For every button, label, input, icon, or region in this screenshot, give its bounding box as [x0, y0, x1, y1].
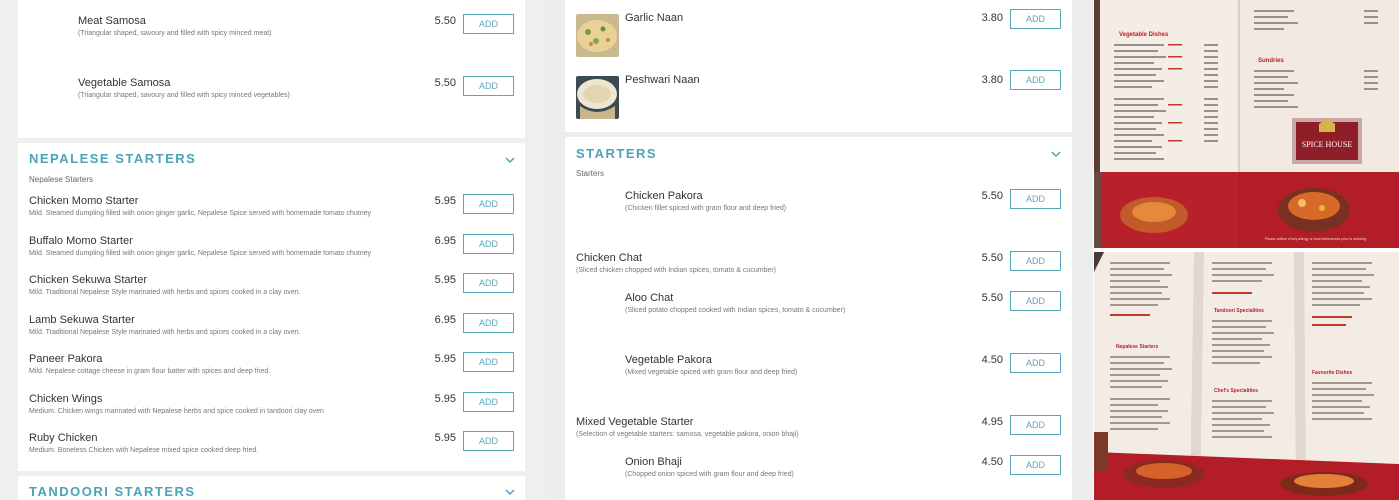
item-desc: Mild. Steamed dumpling filled with onion… — [29, 210, 372, 217]
menu-heading: Tandoori Specialities — [1214, 308, 1264, 314]
item-price: 5.95 — [434, 393, 456, 405]
item-price: 5.95 — [434, 432, 456, 444]
item-price: 5.50 — [434, 15, 456, 27]
item-desc: Mild. Nepalese cottage cheese in gram fl… — [29, 368, 271, 375]
menu-brand: SPICE HOUSE — [1302, 140, 1353, 149]
add-button[interactable]: ADD — [463, 14, 514, 34]
add-button[interactable]: ADD — [1010, 415, 1061, 435]
item-desc: Mild. Steamed dumpling filled with onion… — [29, 250, 372, 257]
item-price: 6.95 — [434, 314, 456, 326]
menu-photo-bottom[interactable]: Nepalese Starters Tandoori Specialities … — [1094, 252, 1399, 500]
garlic-naan-photo — [576, 14, 619, 57]
menu-heading: Sundries — [1258, 58, 1284, 64]
add-button[interactable]: ADD — [1010, 251, 1061, 271]
add-button[interactable]: ADD — [1010, 70, 1061, 90]
chevron-down-icon[interactable] — [1050, 148, 1062, 160]
menu-heading: Favourite Dishes — [1312, 370, 1353, 376]
add-button[interactable]: ADD — [1010, 291, 1061, 311]
item-name: Ruby Chicken — [29, 432, 98, 444]
chevron-down-icon[interactable] — [504, 154, 516, 166]
section-subtitle: Starters — [576, 169, 605, 178]
menu-heading: Nepalese Starters — [1116, 344, 1158, 350]
item-desc: (Chopped onion spiced with gram flour an… — [625, 471, 794, 478]
item-name: Peshwari Naan — [625, 74, 700, 86]
item-price: 5.50 — [981, 252, 1003, 264]
item-desc: (Triangular shaped, savoury and filled w… — [78, 30, 272, 37]
item-price: 3.80 — [981, 74, 1003, 86]
item-desc: (Mixed vegetable spiced with gram flour … — [625, 369, 798, 376]
add-button[interactable]: ADD — [463, 313, 514, 333]
menu-footer-note: Please advise of any allergy or food int… — [1265, 237, 1367, 241]
item-price: 5.50 — [981, 190, 1003, 202]
item-name: Chicken Chat — [576, 252, 643, 264]
item-price: 5.95 — [434, 195, 456, 207]
middle-menu-column: Garlic Naan 3.80 ADD Peshwari Naan 3.80 … — [545, 0, 1093, 500]
item-name: Chicken Wings — [29, 393, 103, 405]
item-name: Chicken Pakora — [625, 190, 703, 202]
menu-heading: Vegetable Dishes — [1119, 32, 1169, 38]
item-desc: (Selection of vegetable starters: samosa… — [576, 431, 799, 438]
item-price: 5.50 — [981, 292, 1003, 304]
section-title[interactable]: NEPALESE STARTERS — [29, 151, 196, 166]
add-button[interactable]: ADD — [1010, 9, 1061, 29]
item-name: Lamb Sekuwa Starter — [29, 314, 135, 326]
item-desc: (Triangular shaped, savoury and filled w… — [78, 92, 290, 99]
nepalese-starters-card: NEPALESE STARTERS Nepalese Starters Chic… — [18, 143, 525, 471]
add-button[interactable]: ADD — [463, 273, 514, 293]
item-desc: (Sliced chicken chopped with Indian spic… — [576, 267, 776, 274]
menu-heading: Chef's Specialities — [1214, 388, 1258, 394]
item-desc: Medium. Boneless Chicken with Nepalese m… — [29, 447, 259, 454]
item-price: 5.95 — [434, 353, 456, 365]
add-button[interactable]: ADD — [463, 392, 514, 412]
item-desc: Mild. Traditional Nepalese Style marinat… — [29, 329, 301, 336]
item-name: Buffalo Momo Starter — [29, 235, 133, 247]
section-title[interactable]: TANDOORI STARTERS — [29, 484, 196, 499]
item-price: 5.50 — [434, 77, 456, 89]
item-name: Garlic Naan — [625, 12, 684, 24]
add-button[interactable]: ADD — [1010, 189, 1061, 209]
item-name: Meat Samosa — [78, 15, 146, 27]
item-name: Aloo Chat — [625, 292, 674, 304]
breads-card: Garlic Naan 3.80 ADD Peshwari Naan 3.80 … — [565, 0, 1072, 132]
item-desc: Medium. Chicken wings marinated with Nep… — [29, 408, 324, 415]
item-name: Chicken Sekuwa Starter — [29, 274, 147, 286]
add-button[interactable]: ADD — [463, 234, 514, 254]
left-menu-column: Meat Samosa (Triangular shaped, savoury … — [0, 0, 545, 500]
item-price: 4.50 — [981, 354, 1003, 366]
item-price: 3.80 — [981, 12, 1003, 24]
item-name: Vegetable Samosa — [78, 77, 171, 89]
samosa-card: Meat Samosa (Triangular shaped, savoury … — [18, 0, 525, 138]
starters-card: STARTERS Starters Chicken Pakora (Chicke… — [565, 137, 1072, 500]
item-name: Paneer Pakora — [29, 353, 103, 365]
menu-photos-column: Vegetable Dishes Sundries SPICE HOUSE Pl… — [1093, 0, 1400, 500]
item-price: 5.95 — [434, 274, 456, 286]
add-button[interactable]: ADD — [463, 76, 514, 96]
chevron-down-icon[interactable] — [504, 486, 516, 498]
item-price: 4.50 — [981, 456, 1003, 468]
menu-photo-top[interactable]: Vegetable Dishes Sundries SPICE HOUSE Pl… — [1094, 0, 1399, 248]
item-desc: (Sliced potato chopped cooked with India… — [625, 307, 846, 314]
add-button[interactable]: ADD — [463, 352, 514, 372]
add-button[interactable]: ADD — [1010, 455, 1061, 475]
tandoori-starters-card: TANDOORI STARTERS — [18, 476, 525, 500]
item-price: 4.95 — [981, 416, 1003, 428]
add-button[interactable]: ADD — [463, 194, 514, 214]
add-button[interactable]: ADD — [1010, 353, 1061, 373]
add-button[interactable]: ADD — [463, 431, 514, 451]
item-name: Chicken Momo Starter — [29, 195, 139, 207]
section-title[interactable]: STARTERS — [576, 146, 657, 161]
peshwari-naan-photo — [576, 76, 619, 119]
item-name: Mixed Vegetable Starter — [576, 416, 694, 428]
section-subtitle: Nepalese Starters — [29, 175, 94, 184]
item-desc: (Chicken fillet spiced with gram flour a… — [625, 205, 787, 212]
item-name: Vegetable Pakora — [625, 354, 712, 366]
item-name: Onion Bhaji — [625, 456, 682, 468]
item-desc: Mild. Traditional Nepalese Style marinat… — [29, 289, 301, 296]
item-price: 6.95 — [434, 235, 456, 247]
